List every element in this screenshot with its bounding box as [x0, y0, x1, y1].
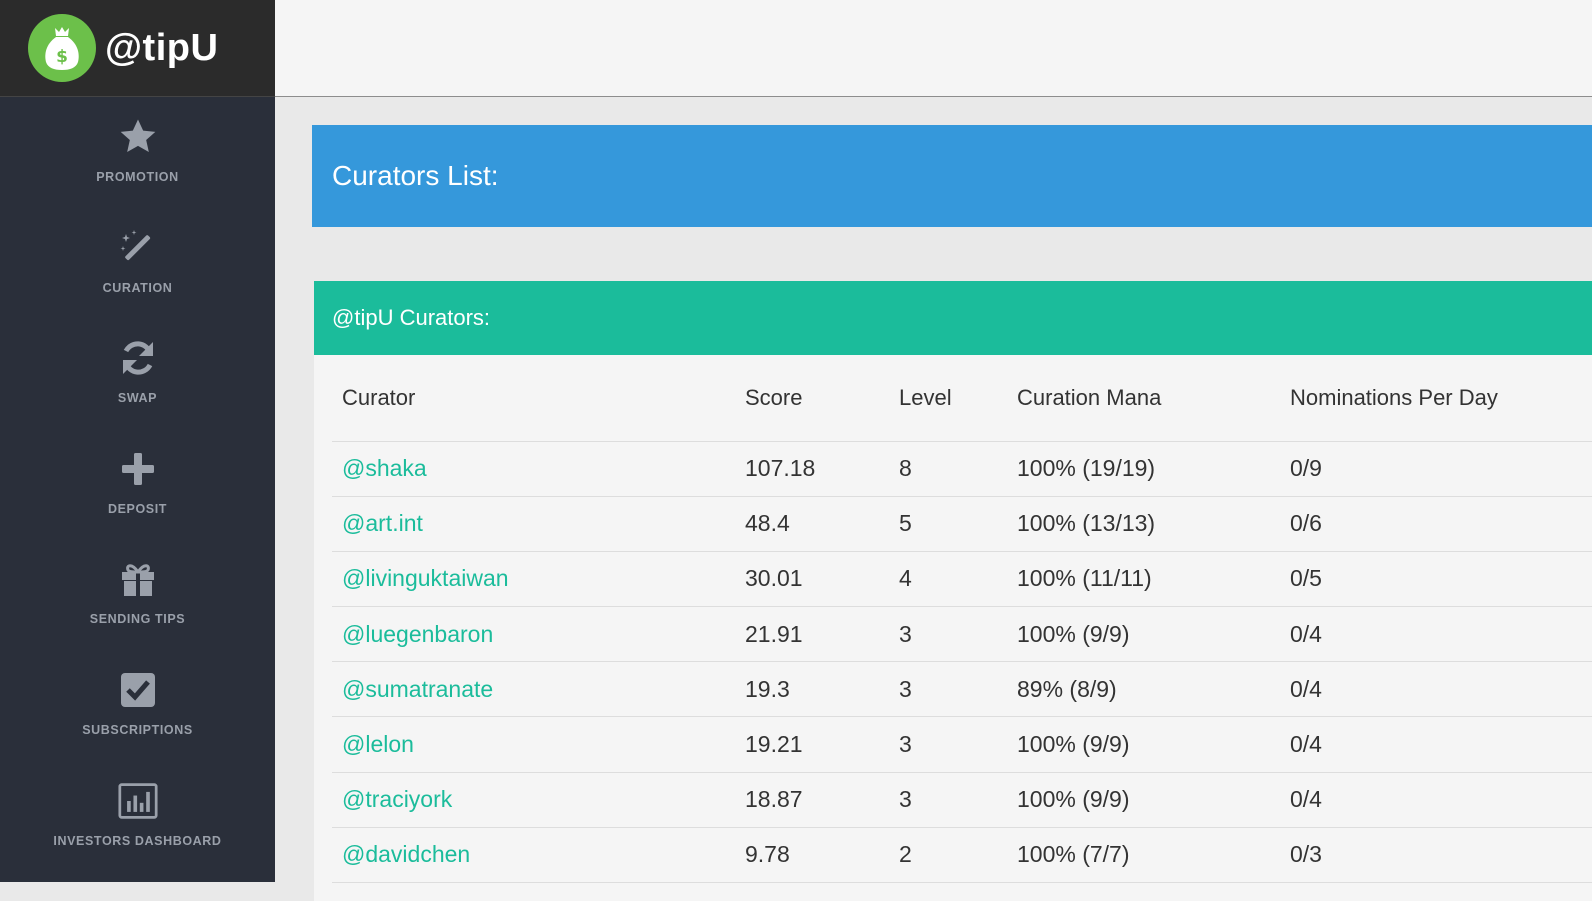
sidebar-item-label: SENDING TIPS — [89, 612, 186, 627]
top-bar — [275, 0, 1592, 97]
sidebar-item-swap[interactable]: SWAP — [0, 318, 275, 429]
curator-link[interactable]: @davidchen — [342, 841, 470, 867]
curator-link[interactable]: @traciyork — [342, 786, 452, 812]
plus-icon — [118, 449, 158, 489]
bar-chart-icon — [117, 781, 158, 821]
column-header-nominations-per-day[interactable]: Nominations Per Day — [1280, 355, 1592, 442]
curation-mana-cell: 100% (13/13) — [1007, 496, 1280, 552]
level-cell: 4 — [889, 551, 1007, 608]
nominations-cell: 0/9 — [1280, 441, 1592, 497]
sidebar-item-promotion[interactable]: PROMOTION — [0, 97, 275, 208]
curators-table: Curator Score Level Curation Mana Nomina… — [332, 355, 1592, 884]
nominations-cell: 0/4 — [1280, 606, 1592, 663]
curation-mana-cell: 100% (9/9) — [1007, 716, 1280, 773]
page-title-banner: Curators List: — [312, 125, 1592, 227]
score-cell: 9.78 — [735, 827, 889, 884]
nominations-cell: 0/4 — [1280, 772, 1592, 828]
curation-mana-cell: 100% (9/9) — [1007, 606, 1280, 663]
curator-link[interactable]: @art.int — [342, 510, 423, 536]
score-cell: 107.18 — [735, 441, 889, 497]
sidebar-item-label: PROMOTION — [96, 170, 179, 184]
table-row: @shaka 107.18 8 100% (19/19) 0/9 — [332, 441, 1592, 497]
nominations-cell: 0/3 — [1280, 827, 1592, 884]
nominations-cell: 0/5 — [1280, 551, 1592, 608]
magic-wand-icon — [118, 228, 158, 268]
refresh-icon — [118, 338, 158, 378]
curator-link[interactable]: @lelon — [342, 731, 414, 757]
level-cell: 3 — [889, 606, 1007, 663]
checkbox-icon — [118, 670, 158, 710]
column-header-curation-mana[interactable]: Curation Mana — [1007, 355, 1280, 442]
score-cell: 48.4 — [735, 496, 889, 552]
level-cell: 3 — [889, 661, 1007, 718]
table-row: @luegenbaron 21.91 3 100% (9/9) 0/4 — [332, 606, 1592, 663]
sidebar-item-investors-dashboard[interactable]: INVESTORS DASHBOARD — [0, 761, 275, 872]
table-row: @lelon 19.21 3 100% (9/9) 0/4 — [332, 716, 1592, 773]
level-cell: 3 — [889, 716, 1007, 773]
sidebar: $ @tipU PROMOTION CURATION SWAP DEPOSIT … — [0, 0, 275, 882]
level-cell: 3 — [889, 772, 1007, 828]
sidebar-item-subscriptions[interactable]: SUBSCRIPTIONS — [0, 650, 275, 761]
level-cell: 5 — [889, 496, 1007, 552]
curator-link[interactable]: @shaka — [342, 455, 427, 481]
table-row: @traciyork 18.87 3 100% (9/9) 0/4 — [332, 772, 1592, 828]
curation-mana-cell: 100% (19/19) — [1007, 441, 1280, 497]
curation-mana-cell: 100% (11/11) — [1007, 551, 1280, 608]
svg-text:$: $ — [56, 47, 68, 67]
table-row: @sumatranate 19.3 3 89% (8/9) 0/4 — [332, 661, 1592, 718]
nominations-cell: 0/4 — [1280, 716, 1592, 773]
score-cell: 19.3 — [735, 661, 889, 718]
curators-panel: @tipU Curators: Curator Score Level Cura… — [314, 281, 1592, 901]
sidebar-item-sending-tips[interactable]: SENDING TIPS — [0, 539, 275, 650]
sidebar-item-curation[interactable]: CURATION — [0, 208, 275, 319]
score-cell: 19.21 — [735, 716, 889, 773]
level-cell: 2 — [889, 827, 1007, 884]
curation-mana-cell: 89% (8/9) — [1007, 661, 1280, 718]
sidebar-item-deposit[interactable]: DEPOSIT — [0, 429, 275, 540]
sidebar-item-label: DEPOSIT — [107, 501, 168, 516]
curator-link[interactable]: @luegenbaron — [342, 621, 493, 647]
table-row: @livinguktaiwan 30.01 4 100% (11/11) 0/5 — [332, 551, 1592, 608]
table-header-row: Curator Score Level Curation Mana Nomina… — [332, 355, 1592, 442]
table-row: @art.int 48.4 5 100% (13/13) 0/6 — [332, 496, 1592, 552]
curation-mana-cell: 100% (7/7) — [1007, 827, 1280, 884]
gift-icon — [118, 559, 158, 599]
brand-name: @tipU — [105, 26, 219, 69]
star-icon — [118, 117, 158, 157]
nominations-cell: 0/4 — [1280, 661, 1592, 718]
panel-title: @tipU Curators: — [314, 281, 1592, 355]
curation-mana-cell: 100% (9/9) — [1007, 772, 1280, 828]
column-header-score[interactable]: Score — [735, 355, 889, 442]
sidebar-item-label: INVESTORS DASHBOARD — [53, 833, 222, 848]
table-row: @davidchen 9.78 2 100% (7/7) 0/3 — [332, 827, 1592, 884]
sidebar-item-label: SWAP — [117, 391, 158, 406]
money-bag-icon: $ — [28, 14, 96, 82]
nominations-cell: 0/6 — [1280, 496, 1592, 552]
main-content: Curators List: @tipU Curators: Curator S… — [275, 98, 1592, 901]
curator-link[interactable]: @livinguktaiwan — [342, 565, 509, 591]
column-header-level[interactable]: Level — [889, 355, 1007, 442]
curator-link[interactable]: @sumatranate — [342, 676, 493, 702]
sidebar-item-label: SUBSCRIPTIONS — [82, 722, 193, 737]
sidebar-item-label: CURATION — [102, 280, 173, 295]
score-cell: 30.01 — [735, 551, 889, 608]
brand[interactable]: $ @tipU — [0, 0, 275, 97]
level-cell: 8 — [889, 441, 1007, 497]
page-title: Curators List: — [332, 160, 499, 191]
score-cell: 18.87 — [735, 772, 889, 828]
score-cell: 21.91 — [735, 606, 889, 663]
column-header-curator[interactable]: Curator — [332, 355, 735, 442]
